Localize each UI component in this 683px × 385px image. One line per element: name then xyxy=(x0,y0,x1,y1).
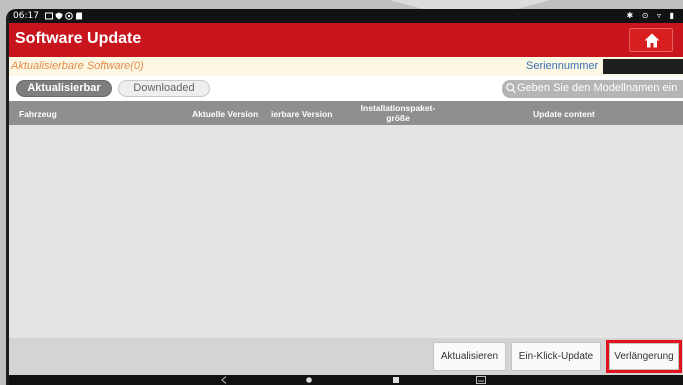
column-package-size: Installationspaket- größe xyxy=(353,103,443,123)
keyboard-icon[interactable] xyxy=(476,376,486,384)
system-tray-icons: ✱ ⊙ ▿ ▮ xyxy=(626,11,677,20)
table-body xyxy=(9,125,683,338)
action-bar: Aktualisieren Ein-Klick-Update Verlänger… xyxy=(9,338,683,375)
tab-updatable[interactable]: Aktualisierbar xyxy=(16,80,112,97)
title-bar: Software Update xyxy=(9,23,683,57)
column-update-content: Update content xyxy=(533,109,595,119)
screen: 06:17 ✱ ⊙ ▿ ▮ Software Update Aktualisie… xyxy=(9,9,683,385)
tab-downloaded[interactable]: Downloaded xyxy=(118,80,210,97)
tabs-row: Aktualisierbar Downloaded Geben Sie den … xyxy=(9,76,683,101)
status-bar: 06:17 ✱ ⊙ ▿ ▮ xyxy=(9,9,683,23)
recents-icon[interactable] xyxy=(392,376,400,384)
highlight-frame xyxy=(606,340,682,373)
one-click-update-button[interactable]: Ein-Klick-Update xyxy=(511,342,601,371)
column-vehicle: Fahrzeug xyxy=(19,109,57,119)
notification-icon xyxy=(45,12,53,20)
column-updatable-version: ierbare Version xyxy=(271,109,333,119)
tablet-frame: 06:17 ✱ ⊙ ▿ ▮ Software Update Aktualisie… xyxy=(6,9,683,385)
screenshot: 06:17 ✱ ⊙ ▿ ▮ Software Update Aktualisie… xyxy=(0,0,683,385)
info-row: Aktualisierbare Software(0) Seriennummer xyxy=(9,57,683,76)
column-current-version: Aktuelle Version xyxy=(192,109,259,119)
sd-card-icon xyxy=(76,12,82,20)
column-package-size-line2: größe xyxy=(386,113,410,123)
status-time: 06:17 xyxy=(13,11,39,21)
search-placeholder: Geben Sie den Modellnamen ein xyxy=(517,82,678,94)
search-icon xyxy=(506,83,516,94)
home-icon xyxy=(644,33,660,48)
page-title: Software Update xyxy=(15,30,142,47)
update-button[interactable]: Aktualisieren xyxy=(433,342,506,371)
serial-number-redacted xyxy=(603,59,683,74)
model-search-input[interactable]: Geben Sie den Modellnamen ein xyxy=(502,80,683,98)
back-icon[interactable] xyxy=(221,376,227,384)
shield-icon xyxy=(55,12,63,20)
column-package-size-line1: Installationspaket- xyxy=(360,103,436,113)
table-header: Fahrzeug Aktuelle Version ierbare Versio… xyxy=(9,101,683,125)
at-icon xyxy=(65,12,73,20)
serial-number-label: Seriennummer xyxy=(526,60,599,72)
available-software-count: Aktualisierbare Software(0) xyxy=(11,60,144,72)
home-button[interactable] xyxy=(629,28,673,52)
home-nav-icon[interactable] xyxy=(305,376,313,384)
navigation-bar xyxy=(9,375,683,385)
